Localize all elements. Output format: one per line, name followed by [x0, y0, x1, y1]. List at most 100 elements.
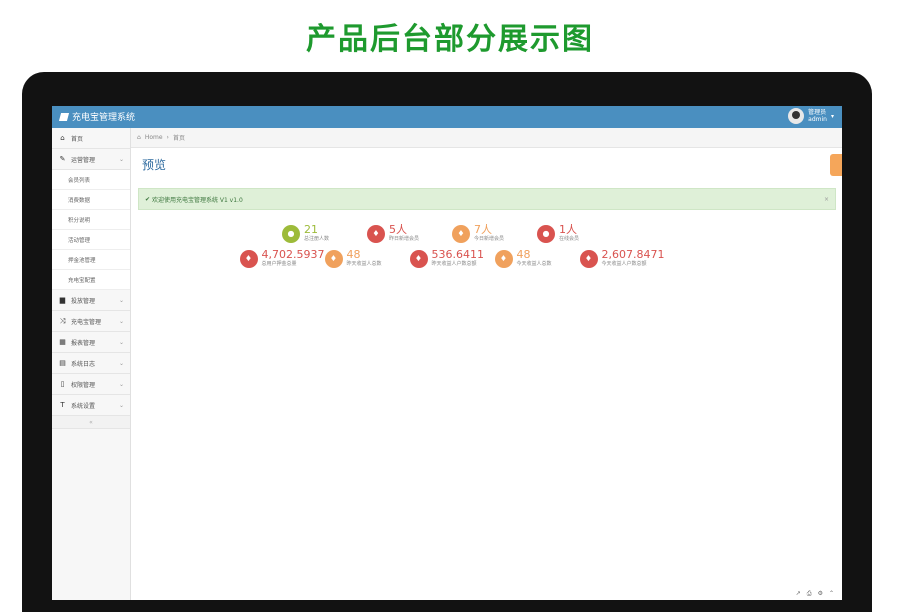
stat-yesterday-amount: ♦ 536.6411 昨天收益人户数总额 [409, 248, 485, 268]
sidebar-item-operations[interactable]: ✎ 运营管理 ⌄ [52, 149, 130, 170]
user-role: admin [808, 116, 827, 123]
stat-label: 昨日新增会员 [389, 236, 420, 242]
sidebar: ⌂ 首页 ✎ 运营管理 ⌄ 会员列表 消费数据 积分说明 活动管理 押金池管理 … [52, 128, 131, 600]
comment-icon: ● [537, 224, 555, 243]
chevron-down-icon: ⌄ [118, 296, 124, 304]
sidebar-item-powerbank[interactable]: ⤨ 充电宝管理 ⌄ [52, 311, 130, 332]
stat-today-new: ♦ 7人 今日新增会员 [452, 224, 527, 243]
stat-today-earners: ♦ 48 今天收益人总数 [494, 248, 570, 268]
breadcrumb-separator: › [166, 134, 169, 141]
breadcrumb: ⌂ Home › 首页 [131, 128, 842, 148]
stat-label: 今天收益人户数总额 [601, 261, 647, 267]
stats-panel: ● 21 总注册人数 ♦ 5人 昨日新增会员 ♦ 7人 今日新增会员 ● 1人 … [52, 224, 842, 274]
breadcrumb-current: 首页 [172, 135, 185, 142]
sidebar-item-label: 运营管理 [71, 156, 96, 164]
footer-icons: ↗ ⎙ ⚙ ⌃ [796, 590, 834, 598]
share-icon[interactable]: ↗ [796, 590, 801, 598]
sidebar-item-home[interactable]: ⌂ 首页 [52, 128, 130, 149]
shuffle-icon: ⤨ [59, 316, 66, 325]
stat-total-deposit: ♦ 4,702.5937 总用户押金总量 [239, 249, 324, 268]
sidebar-item-label: 权限管理 [71, 381, 96, 389]
app-screen: 充电宝管理系统 管理员 admin ▾ ⌂ 首页 ✎ 运营管理 ⌄ 会员列表 消… [52, 106, 842, 600]
twitter-icon: ♦ [494, 249, 513, 268]
print-icon[interactable]: ⎙ [807, 590, 812, 598]
sidebar-collapse-toggle[interactable]: « [52, 416, 130, 429]
sidebar-item-label: 首页 [71, 135, 84, 143]
chevron-down-icon: ▾ [830, 112, 834, 120]
stat-yesterday-earners: ♦ 48 昨天收益人总数 [324, 248, 400, 268]
scroll-top-icon[interactable]: ⌃ [829, 590, 834, 598]
desktop-icon: ▆ [59, 296, 66, 304]
stat-label: 在线会员 [559, 236, 580, 242]
stat-value: 4,702.5937 [261, 248, 325, 261]
breadcrumb-home[interactable]: Home [145, 134, 163, 141]
calendar-icon: ▦ [59, 338, 66, 346]
chevron-down-icon: ⌄ [118, 359, 124, 367]
sidebar-item-label: 系统设置 [71, 402, 96, 410]
check-icon: ✔ [145, 195, 152, 203]
sidebar-item-settings[interactable]: T 系统设置 ⌄ [52, 395, 130, 416]
file-icon: ▯ [60, 380, 65, 388]
twitter-icon: ♦ [579, 249, 598, 268]
sidebar-item-logs[interactable]: ▤ 系统日志 ⌄ [52, 353, 130, 374]
close-icon[interactable]: × [824, 196, 829, 203]
chevron-down-icon: ⌄ [118, 317, 124, 325]
comment-icon: ● [282, 224, 300, 243]
stat-value: 1人 [559, 223, 577, 236]
stat-yesterday-new: ♦ 5人 昨日新增会员 [367, 224, 442, 243]
sidebar-item-label: 充电宝管理 [71, 318, 102, 326]
stat-label: 昨天收益人户数总额 [431, 261, 477, 267]
stat-value: 48 [346, 248, 361, 261]
user-name: 管理员 [808, 109, 827, 116]
poster-title: 产品后台部分展示图 [306, 22, 594, 57]
stats-row-2: ♦ 4,702.5937 总用户押金总量 ♦ 48 昨天收益人总数 ♦ 536.… [52, 249, 842, 268]
sidebar-item-deploy[interactable]: ▆ 投放管理 ⌄ [52, 290, 130, 311]
stat-label: 总注册人数 [304, 236, 330, 242]
sidebar-subitem-consumption[interactable]: 消费数据 [52, 190, 130, 210]
edit-icon: ✎ [59, 155, 66, 163]
user-menu[interactable]: 管理员 admin ▾ [788, 108, 834, 124]
stat-label: 总用户押金总量 [261, 261, 297, 267]
twitter-icon: ♦ [239, 249, 258, 268]
sidebar-item-label: 报表管理 [71, 339, 96, 347]
chevron-down-icon: ⌄ [118, 338, 124, 346]
sidebar-item-label: 投放管理 [71, 297, 96, 305]
chevron-down-icon: ⌄ [118, 155, 124, 163]
stats-row-1: ● 21 总注册人数 ♦ 5人 昨日新增会员 ♦ 7人 今日新增会员 ● 1人 … [52, 224, 842, 243]
settings-icon[interactable]: ⚙ [818, 590, 823, 598]
table-icon: ▤ [59, 359, 66, 367]
stat-value: 2,607.8471 [601, 248, 665, 261]
stat-value: 5人 [389, 223, 407, 236]
home-icon: ⌂ [60, 134, 65, 142]
twitter-icon: ♦ [324, 249, 343, 268]
sidebar-subitem-members[interactable]: 会员列表 [52, 170, 130, 190]
stat-online: ● 1人 在线会员 [537, 224, 612, 243]
brand-icon [58, 112, 70, 121]
top-navbar: 充电宝管理系统 管理员 admin ▾ [52, 106, 842, 128]
stat-value: 536.6411 [431, 248, 485, 261]
stat-label: 今日新增会员 [474, 236, 505, 242]
sidebar-item-label: 系统日志 [71, 360, 96, 368]
brand-name: 充电宝管理系统 [72, 113, 136, 123]
brand[interactable]: 充电宝管理系统 [58, 110, 136, 123]
chevron-down-icon: ⌄ [118, 380, 124, 388]
twitter-icon: ♦ [367, 224, 385, 243]
twitter-icon: ♦ [452, 224, 470, 243]
settings-toggle[interactable] [830, 154, 842, 176]
avatar [788, 108, 805, 124]
stat-value: 7人 [474, 223, 492, 236]
home-icon: ⌂ [137, 134, 141, 141]
stat-today-amount: ♦ 2,607.8471 今天收益人户数总额 [579, 249, 664, 268]
twitter-icon: ♦ [409, 249, 428, 268]
alert-text: 欢迎使用充电宝管理系统 V1 v1.0 [151, 196, 243, 204]
stat-value: 21 [304, 223, 318, 236]
sidebar-item-reports[interactable]: ▦ 报表管理 ⌄ [52, 332, 130, 353]
welcome-alert: ✔ 欢迎使用充电宝管理系统 V1 v1.0 × [138, 188, 836, 210]
sidebar-item-permissions[interactable]: ▯ 权限管理 ⌄ [52, 374, 130, 395]
stat-value: 48 [516, 248, 531, 261]
stat-total-registered: ● 21 总注册人数 [282, 224, 357, 243]
text-icon: T [60, 401, 65, 409]
chevron-down-icon: ⌄ [118, 401, 124, 409]
page-title: 预览 [142, 158, 167, 172]
stat-label: 昨天收益人总数 [346, 261, 382, 267]
